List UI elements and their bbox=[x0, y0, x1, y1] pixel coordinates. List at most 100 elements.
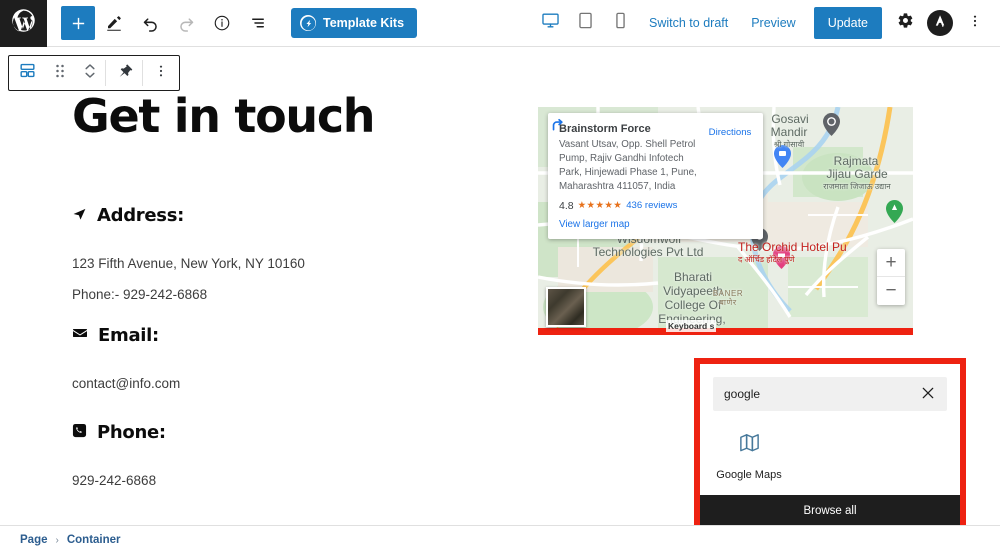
preview-button[interactable]: Preview bbox=[741, 7, 805, 39]
map-zoom-in-button[interactable]: + bbox=[877, 249, 905, 277]
list-view-icon bbox=[249, 14, 267, 32]
email-title: Email: bbox=[98, 325, 159, 346]
pin-button[interactable] bbox=[106, 56, 142, 90]
mobile-icon bbox=[611, 11, 630, 35]
phone-square-icon bbox=[72, 422, 87, 443]
block-toolbar-group-pin bbox=[106, 56, 142, 90]
pin-icon bbox=[115, 62, 133, 85]
desktop-view-button[interactable] bbox=[534, 7, 566, 39]
drag-dots-icon bbox=[53, 63, 67, 84]
address-title-row[interactable]: Address: bbox=[72, 205, 305, 226]
pencil-icon bbox=[105, 14, 123, 32]
map-pin-orchid-hotel[interactable] bbox=[773, 246, 790, 269]
drag-handle[interactable] bbox=[45, 56, 75, 90]
phone-title-row[interactable]: Phone: bbox=[72, 422, 166, 443]
update-button[interactable]: Update bbox=[813, 7, 882, 39]
inserter-panel: Google Maps Browse all bbox=[700, 364, 960, 525]
block-editor-window: Template Kits Switch to draft Preview Up… bbox=[0, 0, 1000, 554]
top-bar-right-tools: Switch to draft Preview Update bbox=[534, 7, 1000, 39]
tablet-view-button[interactable] bbox=[569, 7, 601, 39]
editor-canvas: Get in touch Address: 123 Fifth Avenue, … bbox=[0, 47, 1000, 525]
block-toolbar-group-main bbox=[9, 56, 105, 90]
plus-icon bbox=[70, 15, 87, 32]
place-rating-row: 4.8 ★★★★★ 436 reviews bbox=[559, 200, 752, 212]
chevron-up-down-icon bbox=[83, 62, 97, 85]
place-name: Brainstorm Force bbox=[559, 123, 651, 135]
inserter-search-wrapper bbox=[700, 364, 960, 411]
avatar[interactable] bbox=[927, 10, 953, 36]
map-pin-gosavi[interactable] bbox=[823, 113, 840, 136]
kebab-vertical-icon bbox=[153, 63, 169, 84]
mobile-view-button[interactable] bbox=[604, 7, 636, 39]
redo-arrow-icon bbox=[177, 14, 196, 33]
kebab-vertical-icon bbox=[967, 13, 983, 34]
move-updown-button[interactable] bbox=[75, 56, 105, 90]
list-view-button[interactable] bbox=[241, 6, 275, 40]
map-info-card: Brainstorm Force Vasant Utsav, Opp. Shel… bbox=[548, 113, 763, 239]
info-circle-icon bbox=[213, 14, 231, 32]
page-title[interactable]: Get in touch bbox=[72, 93, 376, 139]
rating-score: 4.8 bbox=[559, 199, 574, 212]
browse-all-button[interactable]: Browse all bbox=[700, 495, 960, 525]
inserter-block-label: Google Maps bbox=[716, 469, 782, 481]
email-title-row[interactable]: Email: bbox=[72, 325, 180, 346]
breadcrumb-item-container[interactable]: Container bbox=[67, 534, 121, 546]
block-toolbar bbox=[8, 55, 180, 91]
rating-stars: ★★★★★ bbox=[577, 200, 623, 212]
template-kits-label: Template Kits bbox=[323, 16, 405, 30]
inserter-results: Google Maps bbox=[700, 411, 960, 495]
map-pin-hotel[interactable] bbox=[774, 145, 791, 168]
block-type-container-button[interactable] bbox=[9, 56, 45, 90]
redo-button[interactable] bbox=[169, 6, 203, 40]
wordpress-icon bbox=[10, 7, 37, 39]
breadcrumb-item-page[interactable]: Page bbox=[20, 534, 48, 546]
view-larger-map-link[interactable]: View larger map bbox=[559, 219, 752, 230]
contact-block-email: Email: contact@info.com bbox=[72, 325, 180, 395]
search-input[interactable] bbox=[724, 387, 920, 401]
details-button[interactable] bbox=[205, 6, 239, 40]
breadcrumb-separator: › bbox=[55, 534, 59, 546]
gear-icon bbox=[897, 12, 914, 34]
tablet-icon bbox=[576, 11, 595, 35]
undo-arrow-icon bbox=[141, 14, 160, 33]
directions-label: Directions bbox=[708, 127, 752, 138]
settings-button[interactable] bbox=[890, 7, 920, 39]
email-value: contact@info.com bbox=[72, 376, 181, 391]
map-zoom-out-button[interactable]: − bbox=[877, 277, 905, 305]
keyboard-shortcuts-hint: Keyboard s bbox=[666, 320, 717, 332]
info-card-details: Brainstorm Force Vasant Utsav, Opp. Shel… bbox=[559, 123, 708, 194]
google-map-embed[interactable]: Gosavi Mandir श्री गोसावी MART Theraon ड… bbox=[538, 107, 913, 335]
phone-title: Phone: bbox=[97, 422, 166, 443]
template-kits-badge-icon bbox=[300, 15, 316, 31]
map-pin-park[interactable] bbox=[886, 200, 903, 223]
close-x-icon[interactable] bbox=[920, 387, 936, 401]
contact-block-phone: Phone: 929-242-6868 bbox=[72, 422, 166, 492]
reviews-link[interactable]: 436 reviews bbox=[626, 200, 677, 211]
envelope-icon bbox=[72, 325, 88, 346]
template-kits-button[interactable]: Template Kits bbox=[291, 8, 418, 38]
astra-logo-icon bbox=[929, 10, 951, 37]
undo-button[interactable] bbox=[133, 6, 167, 40]
desktop-icon bbox=[541, 11, 560, 35]
satellite-view-thumbnail[interactable] bbox=[546, 287, 586, 327]
map-zoom-control: + − bbox=[877, 249, 905, 305]
switch-to-draft-button[interactable]: Switch to draft bbox=[639, 7, 738, 39]
address-line-2: Phone:- 929-242-6868 bbox=[72, 286, 208, 302]
block-inserter-popover: Google Maps Browse all bbox=[694, 358, 966, 525]
inserter-block-google-maps[interactable]: Google Maps bbox=[713, 425, 785, 481]
contact-block-address: Address: 123 Fifth Avenue, New York, NY … bbox=[72, 205, 305, 306]
directions-button[interactable]: Directions bbox=[552, 118, 752, 194]
block-toolbar-group-options bbox=[143, 56, 179, 90]
container-block-icon bbox=[18, 61, 37, 85]
edit-tool[interactable] bbox=[97, 6, 131, 40]
wordpress-logo-button[interactable] bbox=[0, 0, 47, 47]
block-options-button[interactable] bbox=[143, 56, 179, 90]
folded-map-icon bbox=[738, 431, 761, 459]
add-block-toggle[interactable] bbox=[61, 6, 95, 40]
editor-footer: Page › Container bbox=[0, 525, 1000, 554]
more-options-button[interactable] bbox=[960, 7, 990, 39]
inserter-search-field[interactable] bbox=[713, 377, 947, 411]
phone-value: 929-242-6868 bbox=[72, 473, 157, 488]
address-line-1: 123 Fifth Avenue, New York, NY 10160 bbox=[72, 256, 305, 271]
editor-top-bar: Template Kits Switch to draft Preview Up… bbox=[0, 0, 1000, 47]
